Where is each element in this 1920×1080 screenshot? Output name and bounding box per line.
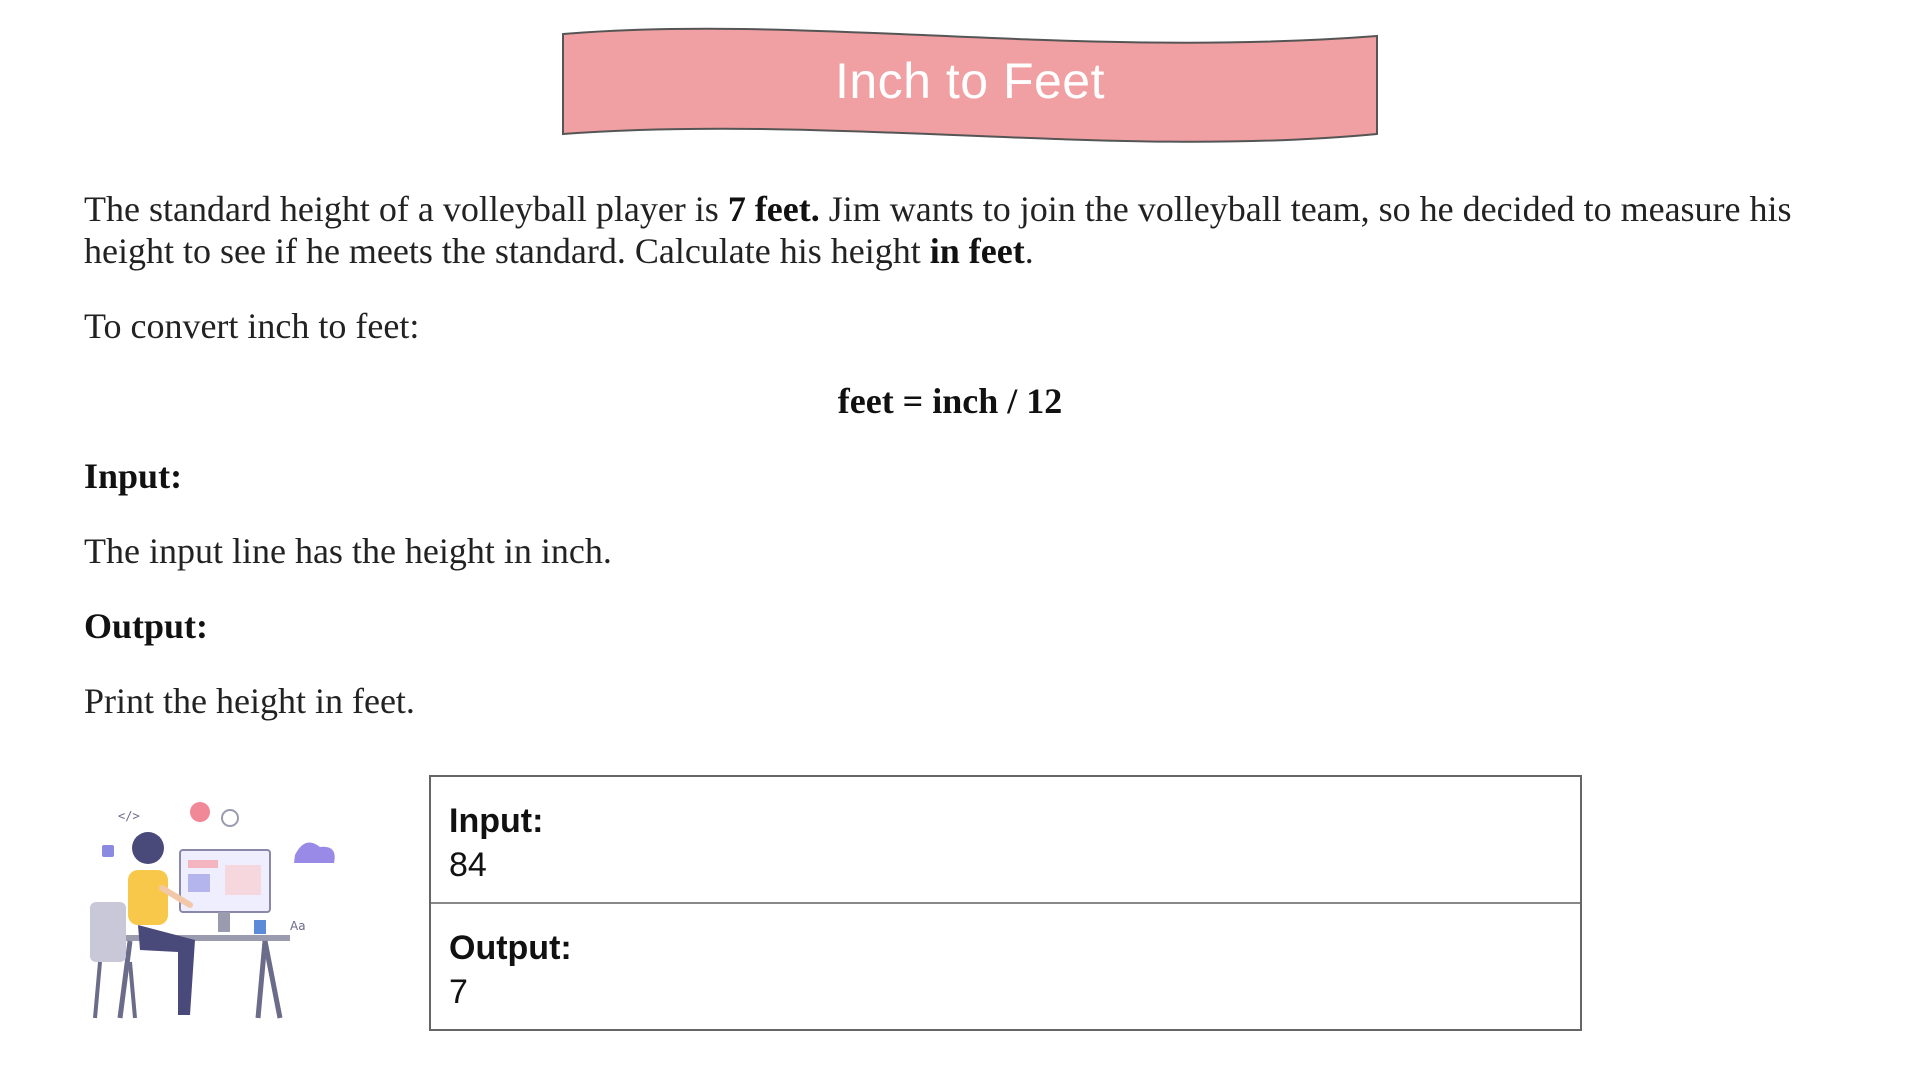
problem-page: Inch to Feet The standard height of a vo… (0, 0, 1920, 1080)
output-description: Print the height in feet. (84, 681, 415, 721)
intro-bold-unit: in feet (929, 231, 1025, 271)
sample-io-table: Input: 84 Output: 7 (429, 775, 1582, 1031)
sample-output-label: Output: (449, 929, 572, 967)
conversion-formula: feet = inch / 12 (837, 381, 1063, 421)
intro-bold-height: 7 feet. (727, 189, 820, 229)
sample-input-label: Input: (449, 802, 544, 840)
input-heading: Input: (84, 456, 183, 496)
svg-text:</>: </> (118, 809, 140, 823)
svg-text:Aa: Aa (290, 919, 306, 933)
page-title: Inch to Feet (834, 53, 1106, 109)
illustration-drawing: </> Aa (90, 802, 335, 1019)
conversion-intro: To convert inch to feet: (84, 306, 420, 346)
sample-input-cell: Input: 84 (431, 777, 1580, 904)
problem-statement: The standard height of a volleyball play… (84, 188, 1844, 272)
output-heading: Output: (84, 606, 209, 646)
input-description: The input line has the height in inch. (84, 531, 612, 571)
intro-text-1: The standard height of a volleyball play… (84, 189, 728, 229)
person-at-computer-illustration: </> Aa (90, 790, 350, 1020)
sample-input-value: 84 (449, 846, 487, 884)
sample-output-value: 7 (449, 973, 468, 1011)
intro-text-3: . (1024, 231, 1034, 271)
sample-output-cell: Output: 7 (431, 904, 1580, 1031)
title-banner: Inch to Feet (555, 14, 1385, 159)
